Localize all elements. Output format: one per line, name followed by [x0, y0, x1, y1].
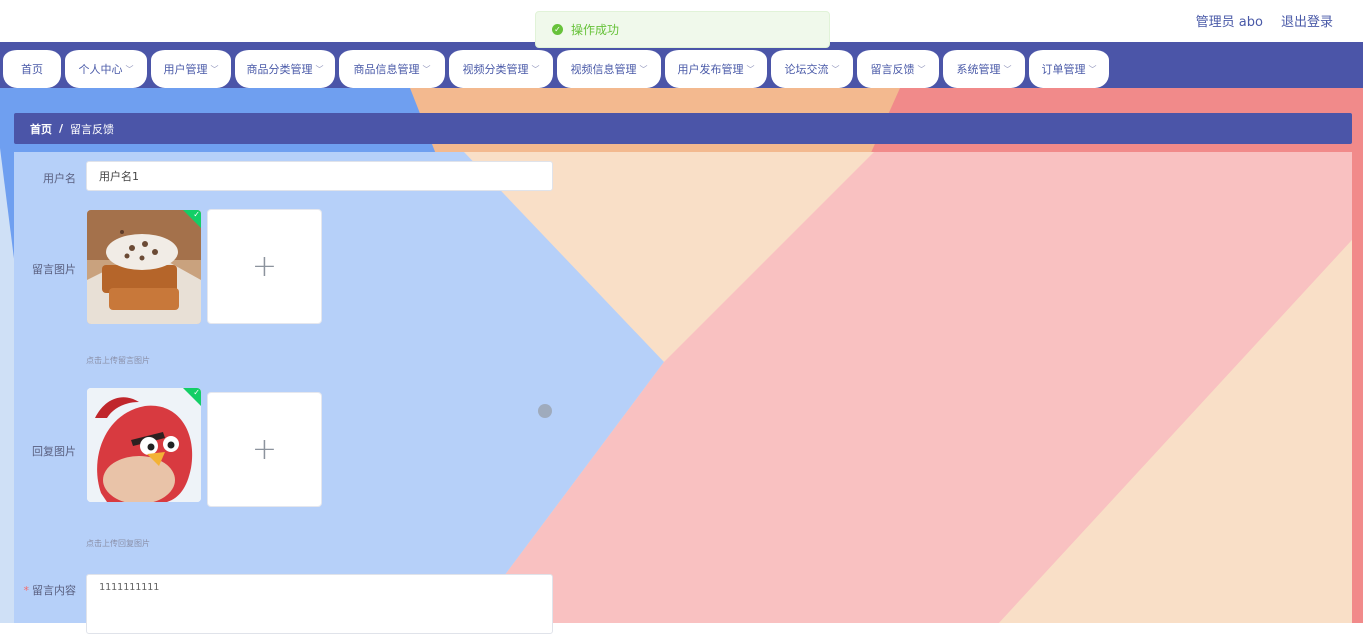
nav-item-label: 商品分类管理 [246, 63, 313, 76]
chevron-down-icon: ﹀ [1003, 64, 1012, 74]
nav-item-5[interactable]: 视频分类管理 ﹀ [449, 50, 553, 88]
chevron-down-icon: ﹀ [639, 64, 648, 74]
nav-item-7[interactable]: 用户发布管理 ﹀ [665, 50, 767, 88]
content-label-text: 留言内容 [32, 584, 76, 597]
required-mark: * [23, 584, 30, 597]
nav-item-label: 视频分类管理 [462, 63, 529, 76]
nav-item-label: 个人中心 [78, 63, 123, 76]
nav-item-label: 系统管理 [956, 63, 1001, 76]
nav-item-label: 首页 [21, 63, 43, 76]
nav-item-label: 用户发布管理 [677, 63, 744, 76]
reply-image-thumbnail[interactable]: ✓ [87, 388, 201, 502]
message-image-label: 留言图片 [32, 263, 76, 276]
reply-image-label: 回复图片 [32, 445, 76, 458]
reply-image-hint: 点击上传回复图片 [86, 539, 150, 548]
content-label: * 留言内容 [14, 582, 77, 598]
chevron-down-icon: ﹀ [746, 64, 755, 74]
message-image-hint: 点击上传留言图片 [86, 356, 150, 365]
nav-item-label: 论坛交流 [784, 63, 829, 76]
nav-item-1[interactable]: 个人中心 ﹀ [65, 50, 147, 88]
logout-link[interactable]: 退出登录 [1281, 11, 1333, 30]
check-circle-icon: ✓ [552, 24, 563, 35]
nav-item-6[interactable]: 视频信息管理 ﹀ [557, 50, 661, 88]
reply-image-upload-button[interactable]: + [207, 392, 322, 507]
check-icon: ✓ [193, 210, 200, 219]
breadcrumb-home[interactable]: 首页 [30, 121, 52, 137]
chevron-down-icon: ﹀ [831, 64, 840, 74]
nav-item-11[interactable]: 订单管理 ﹀ [1029, 50, 1109, 88]
breadcrumb-current: 留言反馈 [70, 122, 115, 136]
user-area: 管理员 abo 退出登录 [1196, 11, 1333, 30]
chevron-down-icon: ﹀ [210, 64, 219, 74]
nav-item-label: 商品信息管理 [353, 63, 420, 76]
check-icon: ✓ [193, 388, 200, 397]
message-image-upload-button[interactable]: + [207, 209, 322, 324]
username-input[interactable]: 用户名1 [86, 161, 553, 191]
chevron-down-icon: ﹀ [125, 64, 134, 74]
nav-item-4[interactable]: 商品信息管理 ﹀ [339, 50, 445, 88]
message-image-thumbnail[interactable]: ✓ [87, 210, 201, 324]
chevron-down-icon: ﹀ [422, 64, 431, 74]
nav-item-label: 用户管理 [163, 63, 208, 76]
nav-item-label: 视频信息管理 [570, 63, 637, 76]
nav-item-0[interactable]: 首页 [3, 50, 61, 88]
nav-item-2[interactable]: 用户管理 ﹀ [151, 50, 231, 88]
content-textarea[interactable]: 1111111111 [86, 574, 553, 634]
chevron-down-icon: ﹀ [917, 64, 926, 74]
admin-user-label: 管理员 abo [1195, 15, 1263, 30]
chevron-down-icon: ﹀ [315, 64, 324, 74]
toast-message: 操作成功 [571, 23, 620, 37]
breadcrumb: 首页 / 留言反馈 [14, 113, 1352, 144]
chevron-down-icon: ﹀ [1088, 64, 1097, 74]
chevron-down-icon: ﹀ [531, 64, 540, 74]
nav-item-3[interactable]: 商品分类管理 ﹀ [235, 50, 335, 88]
nav-item-label: 订单管理 [1041, 63, 1086, 76]
nav-item-8[interactable]: 论坛交流 ﹀ [771, 50, 853, 88]
main-nav: 首页 个人中心 ﹀ 用户管理 ﹀ 商品分类管理 ﹀ 商品信息管理 ﹀ 视频分类管理 ﹀ 视频信息管理 ﹀… [0, 42, 1363, 88]
uploaded-check-badge: ✓ [182, 388, 201, 407]
nav-item-10[interactable]: 系统管理 ﹀ [943, 50, 1025, 88]
mouse-cursor [538, 404, 552, 418]
nav-item-9[interactable]: 留言反馈 ﹀ [857, 50, 939, 88]
breadcrumb-separator: / [59, 122, 64, 135]
plus-icon: + [251, 432, 278, 467]
plus-icon: + [251, 249, 278, 284]
username-label: 用户名 [43, 172, 76, 185]
uploaded-check-badge: ✓ [182, 210, 201, 229]
nav-item-label: 留言反馈 [870, 63, 915, 76]
success-toast: ✓ 操作成功 [535, 11, 830, 48]
